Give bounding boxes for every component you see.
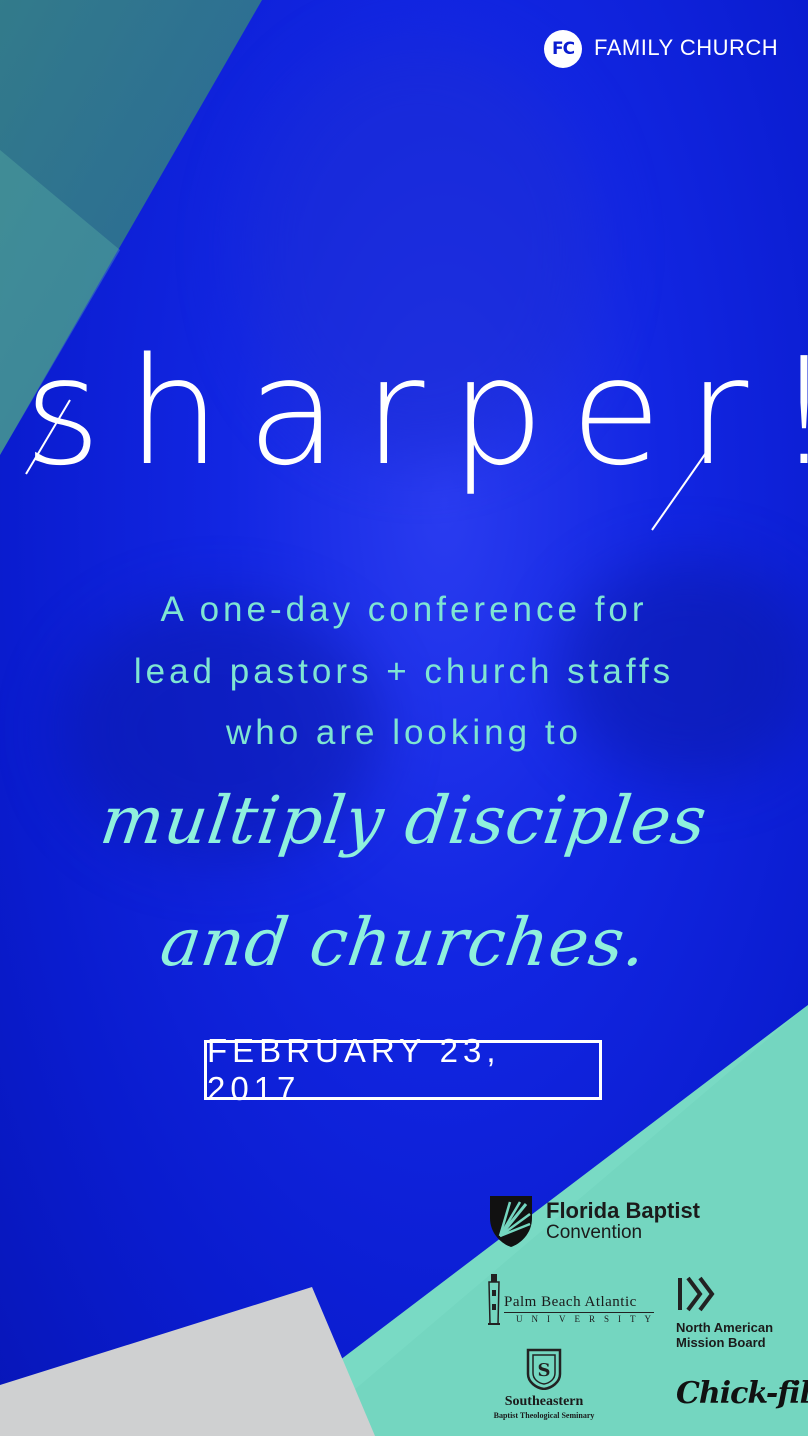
subtitle-line-1: A one-day conference for xyxy=(160,590,648,629)
sponsor-sebts-sub: Baptist Theological Seminary xyxy=(493,1411,595,1420)
shield-leaf-icon xyxy=(490,1196,532,1247)
family-church-logo-badge[interactable]: FC xyxy=(544,30,582,68)
sponsor-sebts-name: Southeastern xyxy=(504,1394,584,1409)
sponsor-fbc-line2: Convention xyxy=(546,1222,643,1243)
highlight-line-1: multiply disciples xyxy=(96,782,712,859)
event-date: FEBRUARY 23, 2017 xyxy=(207,1032,501,1107)
sponsor-pba-name: Palm Beach Atlantic xyxy=(504,1294,637,1310)
pba-rule xyxy=(504,1312,654,1313)
sponsor-pba-sub: UNIVERSITY xyxy=(516,1314,660,1324)
family-church-name[interactable]: FAMILY CHURCH xyxy=(594,35,778,61)
svg-text:S: S xyxy=(538,1360,551,1381)
subtitle-line-3: who are looking to xyxy=(225,713,583,752)
sponsor-chick-fil-a[interactable]: Chick-fil-A xyxy=(676,1376,808,1411)
lighthouse-icon xyxy=(488,1274,500,1325)
sponsor-southeastern[interactable]: S Southeastern Baptist Theological Semin… xyxy=(474,1348,614,1424)
event-title: sharper! xyxy=(24,326,808,498)
seal-icon: S xyxy=(526,1348,562,1390)
sponsor-namb-line1: North American xyxy=(676,1320,774,1335)
sponsor-namb-line2: Mission Board xyxy=(676,1335,766,1350)
highlight-line-2: and churches. xyxy=(156,904,652,981)
sponsor-namb[interactable]: North American Mission Board xyxy=(676,1276,796,1350)
event-date-box: FEBRUARY 23, 2017 xyxy=(204,1032,602,1107)
sponsor-fbc-line1: Florida Baptist xyxy=(546,1198,701,1223)
subtitle-line-2: lead pastors + church staffs xyxy=(133,652,675,691)
sponsor-palm-beach-atlantic[interactable]: Palm Beach Atlantic UNIVERSITY xyxy=(486,1272,656,1330)
chevrons-right-icon xyxy=(678,1276,715,1312)
poster: FC FAMILY CHURCH sharper! A one-day conf… xyxy=(0,0,808,1436)
